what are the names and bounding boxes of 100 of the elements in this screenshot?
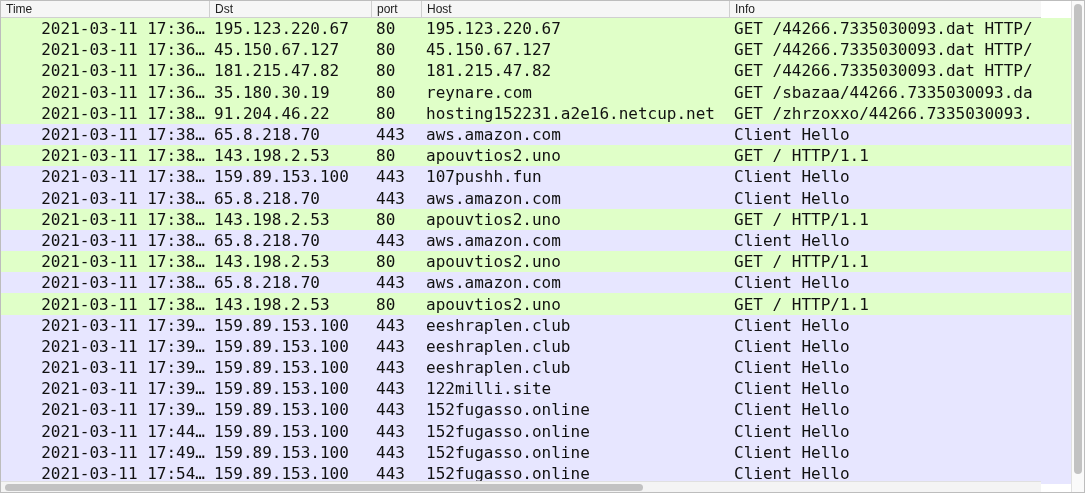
table-cell: aws.amazon.com: [426, 273, 561, 293]
table-cell: 443: [376, 336, 405, 356]
table-cell: 2021-03-11 17:54…: [41, 464, 205, 484]
table-cell: 45.150.67.127: [214, 40, 340, 60]
table-cell: 2021-03-11 17:38…: [41, 146, 205, 166]
packet-row[interactable]: 2021-03-11 17:39… 159.89.153.100 443 eeshraplen.club Client Hello: [1, 357, 1041, 379]
table-cell: Client Hello: [734, 400, 850, 420]
table-cell: Client Hello: [734, 125, 850, 145]
table-cell: 443: [376, 400, 405, 420]
table-cell: 2021-03-11 17:39…: [41, 400, 205, 420]
table-cell: GET /sbazaa/44266.7335030093.da: [734, 82, 1033, 102]
table-cell: 2021-03-11 17:38…: [41, 294, 205, 314]
table-cell: 159.89.153.100: [214, 167, 349, 187]
packet-row[interactable]: 2021-03-11 17:36… 195.123.220.67 80 195.123.220.67 GET /44266.7335030093.dat HTTP/: [1, 18, 1041, 40]
horizontal-scrollbar[interactable]: [1, 481, 1041, 492]
packet-row[interactable]: 2021-03-11 17:38… 143.198.2.53 80 apouvtios2.uno GET / HTTP/1.1: [1, 208, 1041, 230]
column-header[interactable]: Dst: [209, 1, 371, 17]
table-cell: 65.8.218.70: [214, 188, 320, 208]
table-cell: 443: [376, 442, 405, 462]
table-cell: 80: [376, 82, 396, 102]
table-cell: 2021-03-11 17:38…: [41, 209, 205, 229]
table-cell: 65.8.218.70: [214, 273, 320, 293]
table-cell: Client Hello: [734, 167, 850, 187]
table-cell: 2021-03-11 17:36…: [41, 61, 205, 81]
table-cell: 195.123.220.67: [426, 19, 561, 39]
table-cell: 159.89.153.100: [214, 315, 349, 335]
table-cell: 181.215.47.82: [214, 61, 340, 81]
table-cell: 152fugasso.online: [426, 464, 590, 484]
packet-row[interactable]: 2021-03-11 17:38… 65.8.218.70 443 aws.amazon.com Client Hello: [1, 229, 1041, 252]
table-cell: 159.89.153.100: [214, 442, 349, 462]
column-header[interactable]: Time: [1, 1, 209, 17]
table-cell: 80: [376, 61, 396, 81]
column-header[interactable]: Host: [421, 1, 729, 17]
table-cell: 159.89.153.100: [214, 464, 349, 484]
table-cell: 2021-03-11 17:38…: [41, 103, 205, 123]
table-cell: 65.8.218.70: [214, 125, 320, 145]
packet-row[interactable]: 2021-03-11 17:38… 143.198.2.53 80 apouvtios2.uno GET / HTTP/1.1: [1, 293, 1041, 315]
table-cell: 443: [376, 464, 405, 484]
packet-row[interactable]: 2021-03-11 17:38… 65.8.218.70 443 aws.amazon.com Client Hello: [1, 187, 1041, 209]
table-cell: 107pushh.fun: [426, 167, 542, 187]
table-cell: 143.198.2.53: [214, 252, 330, 272]
table-cell: 159.89.153.100: [214, 379, 349, 399]
table-cell: Client Hello: [734, 379, 850, 399]
table-cell: 91.204.46.22: [214, 103, 330, 123]
table-cell: Client Hello: [734, 230, 850, 250]
table-cell: 35.180.30.19: [214, 82, 330, 102]
table-cell: 143.198.2.53: [214, 294, 330, 314]
table-cell: 152fugasso.online: [426, 442, 590, 462]
table-cell: 2021-03-11 17:38…: [41, 273, 205, 293]
table-cell: GET /44266.7335030093.dat HTTP/: [734, 19, 1033, 39]
packet-row[interactable]: 2021-03-11 17:38… 143.198.2.53 80 apouvtios2.uno GET / HTTP/1.1: [1, 145, 1041, 167]
packet-row[interactable]: 2021-03-11 17:39… 159.89.153.100 443 122milli.site Client Hello: [1, 378, 1041, 400]
packet-row[interactable]: 2021-03-11 17:38… 91.204.46.22 80 hosting152231.a2e16.netcup.net GET /zhrzoxxo/44266.7335030093.: [1, 102, 1041, 124]
table-cell: 159.89.153.100: [214, 336, 349, 356]
table-cell: 80: [376, 294, 396, 314]
table-cell: aws.amazon.com: [426, 188, 561, 208]
packet-row[interactable]: 2021-03-11 17:36… 45.150.67.127 80 45.150.67.127 GET /44266.7335030093.dat HTTP/: [1, 39, 1041, 61]
table-cell: 80: [376, 19, 396, 39]
packet-row[interactable]: 2021-03-11 17:36… 181.215.47.82 80 181.215.47.82 GET /44266.7335030093.dat HTTP/: [1, 60, 1041, 82]
table-cell: 159.89.153.100: [214, 421, 349, 441]
packet-row[interactable]: 2021-03-11 17:44… 159.89.153.100 443 152fugasso.online Client Hello: [1, 420, 1041, 442]
packet-row[interactable]: 2021-03-11 17:36… 35.180.30.19 80 reynare.com GET /sbazaa/44266.7335030093.da: [1, 81, 1041, 103]
table-cell: 2021-03-11 17:38…: [41, 167, 205, 187]
table-cell: 2021-03-11 17:39…: [41, 336, 205, 356]
table-cell: eeshraplen.club: [426, 336, 571, 356]
table-cell: 159.89.153.100: [214, 400, 349, 420]
table-cell: GET / HTTP/1.1: [734, 146, 869, 166]
packet-row[interactable]: 2021-03-11 17:38… 65.8.218.70 443 aws.amazon.com Client Hello: [1, 272, 1041, 294]
table-cell: 152fugasso.online: [426, 421, 590, 441]
packet-row[interactable]: 2021-03-11 17:49… 159.89.153.100 443 152fugasso.online Client Hello: [1, 441, 1041, 463]
packet-row[interactable]: 2021-03-11 17:39… 159.89.153.100 443 152fugasso.online Client Hello: [1, 399, 1041, 421]
packet-row[interactable]: 2021-03-11 17:38… 65.8.218.70 443 aws.amazon.com Client Hello: [1, 123, 1041, 146]
table-cell: 2021-03-11 17:38…: [41, 188, 205, 208]
table-cell: apouvtios2.uno: [426, 252, 561, 272]
table-cell: GET /44266.7335030093.dat HTTP/: [734, 61, 1033, 81]
table-cell: GET / HTTP/1.1: [734, 294, 869, 314]
table-cell: 143.198.2.53: [214, 146, 330, 166]
table-cell: aws.amazon.com: [426, 125, 561, 145]
table-cell: eeshraplen.club: [426, 358, 571, 378]
table-cell: eeshraplen.club: [426, 315, 571, 335]
table-cell: 2021-03-11 17:39…: [41, 379, 205, 399]
packet-row[interactable]: 2021-03-11 17:39… 159.89.153.100 443 eeshraplen.club Client Hello: [1, 335, 1041, 357]
table-cell: 2021-03-11 17:44…: [41, 421, 205, 441]
table-cell: Client Hello: [734, 315, 850, 335]
column-header[interactable]: port: [371, 1, 421, 17]
table-cell: 2021-03-11 17:39…: [41, 315, 205, 335]
table-cell: 443: [376, 188, 405, 208]
table-cell: apouvtios2.uno: [426, 294, 561, 314]
table-cell: GET /zhrzoxxo/44266.7335030093.: [734, 103, 1033, 123]
table-cell: 181.215.47.82: [426, 61, 552, 81]
packet-row[interactable]: 2021-03-11 17:38… 143.198.2.53 80 apouvtios2.uno GET / HTTP/1.1: [1, 251, 1041, 273]
table-cell: GET / HTTP/1.1: [734, 252, 869, 272]
table-cell: 2021-03-11 17:38…: [41, 230, 205, 250]
table-cell: 159.89.153.100: [214, 358, 349, 378]
packet-row[interactable]: 2021-03-11 17:38… 159.89.153.100 443 107pushh.fun Client Hello: [1, 166, 1041, 188]
table-cell: apouvtios2.uno: [426, 209, 561, 229]
table-cell: reynare.com: [426, 82, 532, 102]
packet-row[interactable]: 2021-03-11 17:39… 159.89.153.100 443 eeshraplen.club Client Hello: [1, 314, 1041, 336]
table-cell: 443: [376, 125, 405, 145]
vertical-scrollbar[interactable]: [1071, 1, 1084, 492]
